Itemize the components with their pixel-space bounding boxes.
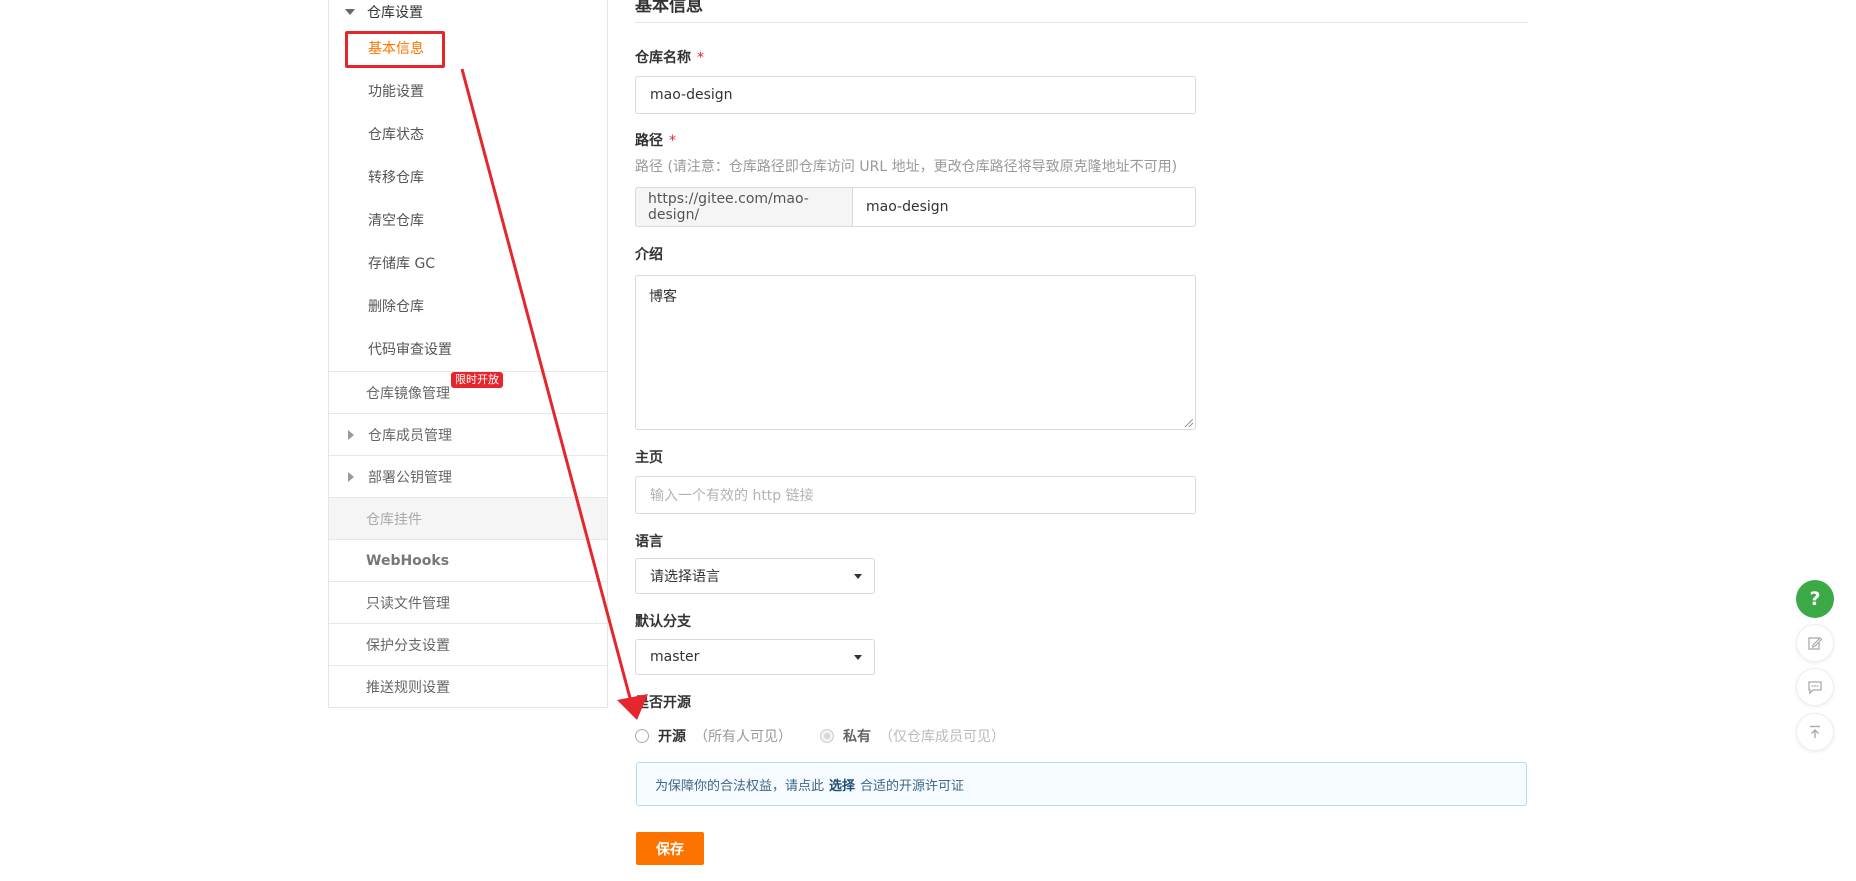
sidebar-item-label: 仓库成员管理 [368, 427, 452, 444]
sidebar-item-gc[interactable]: 存储库 GC [329, 241, 607, 284]
required-mark: * [669, 133, 676, 149]
dropdown-arrow-icon [854, 655, 862, 660]
repo-name-label: 仓库名称 * [635, 50, 704, 66]
language-select-value: 请选择语言 [650, 569, 720, 585]
default-branch-select[interactable]: master [635, 639, 875, 675]
default-branch-value: master [650, 649, 700, 665]
sidebar-item-transfer[interactable]: 转移仓库 [329, 155, 607, 198]
help-button[interactable]: ? [1796, 580, 1834, 618]
language-select[interactable]: 请选择语言 [635, 558, 875, 594]
sidebar-item-members[interactable]: 仓库成员管理 [329, 413, 607, 455]
language-label: 语言 [635, 534, 663, 550]
settings-sidebar: 仓库设置 基本信息 功能设置 仓库状态 转移仓库 清空仓库 存储库 GC 删除仓… [328, 0, 608, 708]
path-hint: 路径 (请注意：仓库路径即仓库访问 URL 地址，更改仓库路径将导致原克隆地址不… [635, 159, 1178, 175]
intro-textarea[interactable]: 博客 [635, 275, 1196, 430]
back-to-top-icon [1810, 725, 1820, 738]
sidebar-item-features[interactable]: 功能设置 [329, 69, 607, 112]
sidebar-item-webhooks[interactable]: WebHooks [329, 539, 607, 581]
divider [635, 22, 1528, 23]
annotation-highlight-box [345, 31, 445, 68]
sidebar-item-deploy-keys[interactable]: 部署公钥管理 [329, 455, 607, 497]
homepage-label: 主页 [635, 450, 663, 466]
repo-name-input[interactable]: mao-design [635, 76, 1196, 114]
sidebar-item-mirror[interactable]: 仓库镜像管理 限时开放 [329, 371, 607, 413]
dropdown-arrow-icon [854, 574, 862, 579]
homepage-input[interactable]: 输入一个有效的 http 链接 [635, 476, 1196, 514]
caret-right-icon [348, 471, 354, 482]
save-button[interactable]: 保存 [636, 832, 704, 865]
choose-license-link[interactable]: 选择 [829, 775, 855, 794]
edit-button[interactable] [1796, 624, 1834, 662]
sidebar-item-delete[interactable]: 删除仓库 [329, 284, 607, 327]
path-input[interactable]: mao-design [852, 187, 1196, 227]
visibility-label: 是否开源 [635, 695, 691, 711]
sidebar-item-label: 部署公钥管理 [368, 469, 452, 486]
radio-label: 私有 [843, 729, 871, 745]
sidebar-item-protected-branches[interactable]: 保护分支设置 [329, 623, 607, 665]
radio-label: 开源 [658, 729, 686, 745]
sidebar-group-repo-settings[interactable]: 仓库设置 [329, 0, 607, 26]
notice-text: 合适的开源许可证 [860, 778, 965, 794]
annotation-arrow [460, 68, 648, 720]
limited-badge: 限时开放 [451, 372, 503, 388]
sidebar-item-repo-status[interactable]: 仓库状态 [329, 112, 607, 155]
comment-icon [1808, 681, 1822, 695]
path-prefix: https://gitee.com/mao-design/ [635, 187, 852, 227]
required-mark: * [697, 50, 704, 66]
sidebar-item-label: 仓库镜像管理 [366, 385, 450, 402]
visibility-options: 开源 （所有人可见） 私有 （仅仓库成员可见） [635, 726, 1033, 746]
edit-icon [1808, 637, 1823, 650]
radio-desc: （仅仓库成员可见） [879, 729, 1005, 745]
notice-text: 为保障你的合法权益，请点此 [655, 778, 825, 794]
license-notice: 为保障你的合法权益，请点此 选择 合适的开源许可证 [636, 762, 1527, 806]
default-branch-label: 默认分支 [635, 614, 691, 630]
page-title: 基本信息 [635, 0, 703, 16]
back-to-top-button[interactable] [1796, 713, 1834, 751]
sidebar-item-code-review[interactable]: 代码审查设置 [329, 327, 607, 371]
radio-private [820, 729, 834, 743]
path-label: 路径 * [635, 133, 676, 149]
sidebar-item-clear[interactable]: 清空仓库 [329, 198, 607, 241]
resize-grip-icon[interactable] [1185, 419, 1193, 427]
caret-down-icon [345, 9, 355, 15]
caret-right-icon [348, 429, 354, 440]
radio-desc: （所有人可见） [694, 729, 792, 745]
intro-value: 博客 [649, 289, 677, 305]
sidebar-item-push-rules[interactable]: 推送规则设置 [329, 665, 607, 707]
comment-button[interactable] [1796, 668, 1834, 706]
sidebar-group-label: 仓库设置 [367, 5, 423, 21]
radio-open-source[interactable] [635, 729, 649, 743]
intro-label: 介绍 [635, 247, 663, 263]
sidebar-item-readonly-files[interactable]: 只读文件管理 [329, 581, 607, 623]
sidebar-item-widgets: 仓库挂件 [329, 497, 607, 539]
